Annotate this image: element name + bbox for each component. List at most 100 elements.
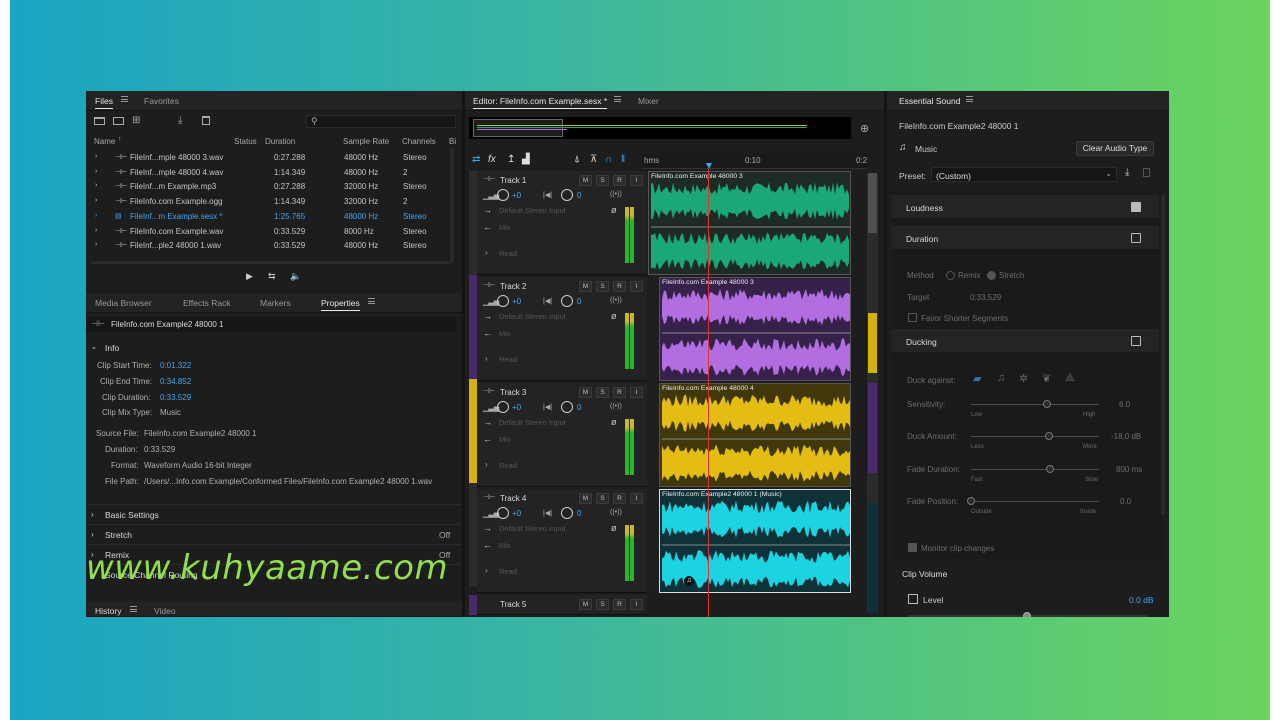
mute-button[interactable]: M: [579, 599, 592, 610]
tab-mixer[interactable]: Mixer: [638, 96, 659, 106]
favor-checkbox[interactable]: [908, 313, 917, 322]
chevron-right-icon[interactable]: ›: [95, 227, 97, 234]
save-preset-icon[interactable]: ⤓: [1125, 167, 1129, 178]
level-knob[interactable]: [1023, 612, 1031, 617]
clip-end-value[interactable]: 0:34.852: [160, 377, 191, 386]
sensitivity-value[interactable]: 6.0: [1119, 400, 1130, 409]
input-monitor-button[interactable]: I: [630, 493, 643, 504]
clip-duration-value[interactable]: 0:33.529: [160, 393, 191, 402]
mute-button[interactable]: M: [579, 175, 592, 186]
col-duration[interactable]: Duration: [265, 137, 295, 146]
automation-read[interactable]: Read: [499, 355, 517, 364]
duck-amount-slider[interactable]: [971, 436, 1099, 437]
record-button[interactable]: R: [613, 387, 626, 398]
track-name[interactable]: Track 3: [500, 388, 526, 397]
tab-properties[interactable]: Properties: [321, 298, 360, 311]
output-select[interactable]: Mix: [499, 541, 609, 550]
col-status[interactable]: Status: [234, 137, 257, 146]
volume-knob[interactable]: [497, 189, 509, 201]
record-button[interactable]: R: [613, 281, 626, 292]
volume-value[interactable]: +0: [512, 297, 521, 306]
dialogue-icon[interactable]: ▰: [973, 372, 981, 385]
tab-effects-rack[interactable]: Effects Rack: [183, 298, 231, 308]
duration-section[interactable]: Duration: [891, 226, 1159, 250]
file-row[interactable]: › ⊣⊢ FileInf...mple 48000 4.wav 1:14.349 480…: [86, 165, 456, 180]
properties-menu-icon[interactable]: [368, 298, 375, 304]
level-checkbox[interactable]: [908, 594, 918, 604]
trash-icon[interactable]: [202, 116, 210, 125]
zoom-icon[interactable]: ⊕: [860, 122, 869, 135]
output-select[interactable]: Mix: [499, 329, 609, 338]
clear-audio-type-button[interactable]: Clear Audio Type: [1076, 141, 1154, 156]
input-select[interactable]: Default Stereo Input: [499, 206, 609, 215]
duck-amount-knob[interactable]: [1045, 432, 1053, 440]
pan-knob[interactable]: [561, 189, 573, 201]
delete-preset-icon[interactable]: [1143, 168, 1150, 177]
track-name[interactable]: Track 4: [500, 494, 526, 503]
volume-knob[interactable]: [497, 401, 509, 413]
volume-value[interactable]: +0: [512, 191, 521, 200]
sends-icon[interactable]: ↥: [507, 154, 515, 165]
import-icon[interactable]: [113, 117, 124, 125]
pan-value[interactable]: 0: [577, 403, 581, 412]
file-row[interactable]: › ⊣⊢ FileInf...mple 48000 3.wav 0:27.288 480…: [86, 150, 456, 165]
pan-value[interactable]: 0: [577, 509, 581, 518]
phase-icon[interactable]: ø: [611, 417, 617, 427]
property-section[interactable]: › Stretch Off: [86, 524, 461, 544]
swap-icon[interactable]: ⇄: [472, 154, 480, 165]
loudness-checkbox[interactable]: [1131, 202, 1141, 212]
time-select-icon[interactable]: ⊼: [590, 154, 597, 165]
col-bits[interactable]: Bi: [449, 137, 456, 146]
pan-value[interactable]: 0: [577, 297, 581, 306]
expand-icon[interactable]: ›: [485, 248, 488, 257]
sensitivity-slider[interactable]: [971, 404, 1099, 405]
ducking-checkbox[interactable]: [1131, 336, 1141, 346]
playhead-marker[interactable]: [706, 163, 712, 169]
input-monitor-button[interactable]: I: [630, 387, 643, 398]
fade-position-knob[interactable]: [967, 497, 975, 505]
audio-clip[interactable]: FileInfo.com Example 48000 3: [659, 277, 851, 381]
audio-clip[interactable]: FileInfo.com Example 48000 4: [659, 383, 851, 487]
pan-value[interactable]: 0: [577, 191, 581, 200]
file-row[interactable]: › ▤ FileInf...m Example.sesx * 1:25.765 4800…: [86, 209, 456, 224]
input-select[interactable]: Default Stereo Input: [499, 524, 609, 533]
sfx-icon[interactable]: ✲: [1019, 372, 1028, 385]
eq-icon[interactable]: ▟: [522, 154, 530, 165]
editor-menu-icon[interactable]: [614, 96, 621, 102]
stretch-radio[interactable]: [987, 271, 996, 280]
property-section[interactable]: › Basic Settings: [86, 504, 461, 524]
snap-icon[interactable]: ∩: [605, 154, 612, 165]
tab-media-browser[interactable]: Media Browser: [95, 298, 152, 308]
preset-select[interactable]: (Custom) ⌄: [931, 167, 1117, 182]
open-folder-icon[interactable]: [94, 117, 105, 125]
pan-knob[interactable]: [561, 507, 573, 519]
insert-icon[interactable]: ⤓: [178, 115, 182, 126]
solo-button[interactable]: S: [596, 175, 609, 186]
overview-viewport[interactable]: [473, 119, 563, 137]
track-name[interactable]: Track 1: [500, 176, 526, 185]
sensitivity-knob[interactable]: [1043, 400, 1051, 408]
input-monitor-button[interactable]: I: [630, 281, 643, 292]
files-menu-icon[interactable]: [121, 96, 128, 102]
volume-knob[interactable]: [497, 507, 509, 519]
metronome-icon[interactable]: ⍋: [574, 154, 580, 165]
drag-handle-icon[interactable]: ⊣⊢: [483, 493, 495, 501]
file-row[interactable]: › ⊣⊢ FileInfo.com Example.wav 0:33.529 8000 …: [86, 224, 456, 239]
expand-icon[interactable]: ›: [485, 566, 488, 575]
tab-favorites[interactable]: Favorites: [144, 96, 179, 106]
fade-position-slider[interactable]: [971, 501, 1099, 502]
tab-video[interactable]: Video: [154, 606, 176, 616]
record-button[interactable]: R: [613, 493, 626, 504]
automation-read[interactable]: Read: [499, 461, 517, 470]
files-vscroll[interactable]: [450, 148, 454, 263]
essential-vscroll[interactable]: [1161, 195, 1165, 515]
loop-icon[interactable]: ⇆: [268, 271, 276, 282]
clip-start-value[interactable]: 0:01.322: [160, 361, 191, 370]
essential-title[interactable]: Essential Sound: [899, 96, 960, 108]
col-channels[interactable]: Channels: [402, 137, 436, 146]
overview-bar[interactable]: [469, 117, 851, 139]
mute-button[interactable]: M: [579, 493, 592, 504]
automation-read[interactable]: Read: [499, 567, 517, 576]
pan-knob[interactable]: [561, 401, 573, 413]
file-row[interactable]: › ⊣⊢ FileInf...ple2 48000 1.wav 0:33.529 480…: [86, 238, 456, 253]
